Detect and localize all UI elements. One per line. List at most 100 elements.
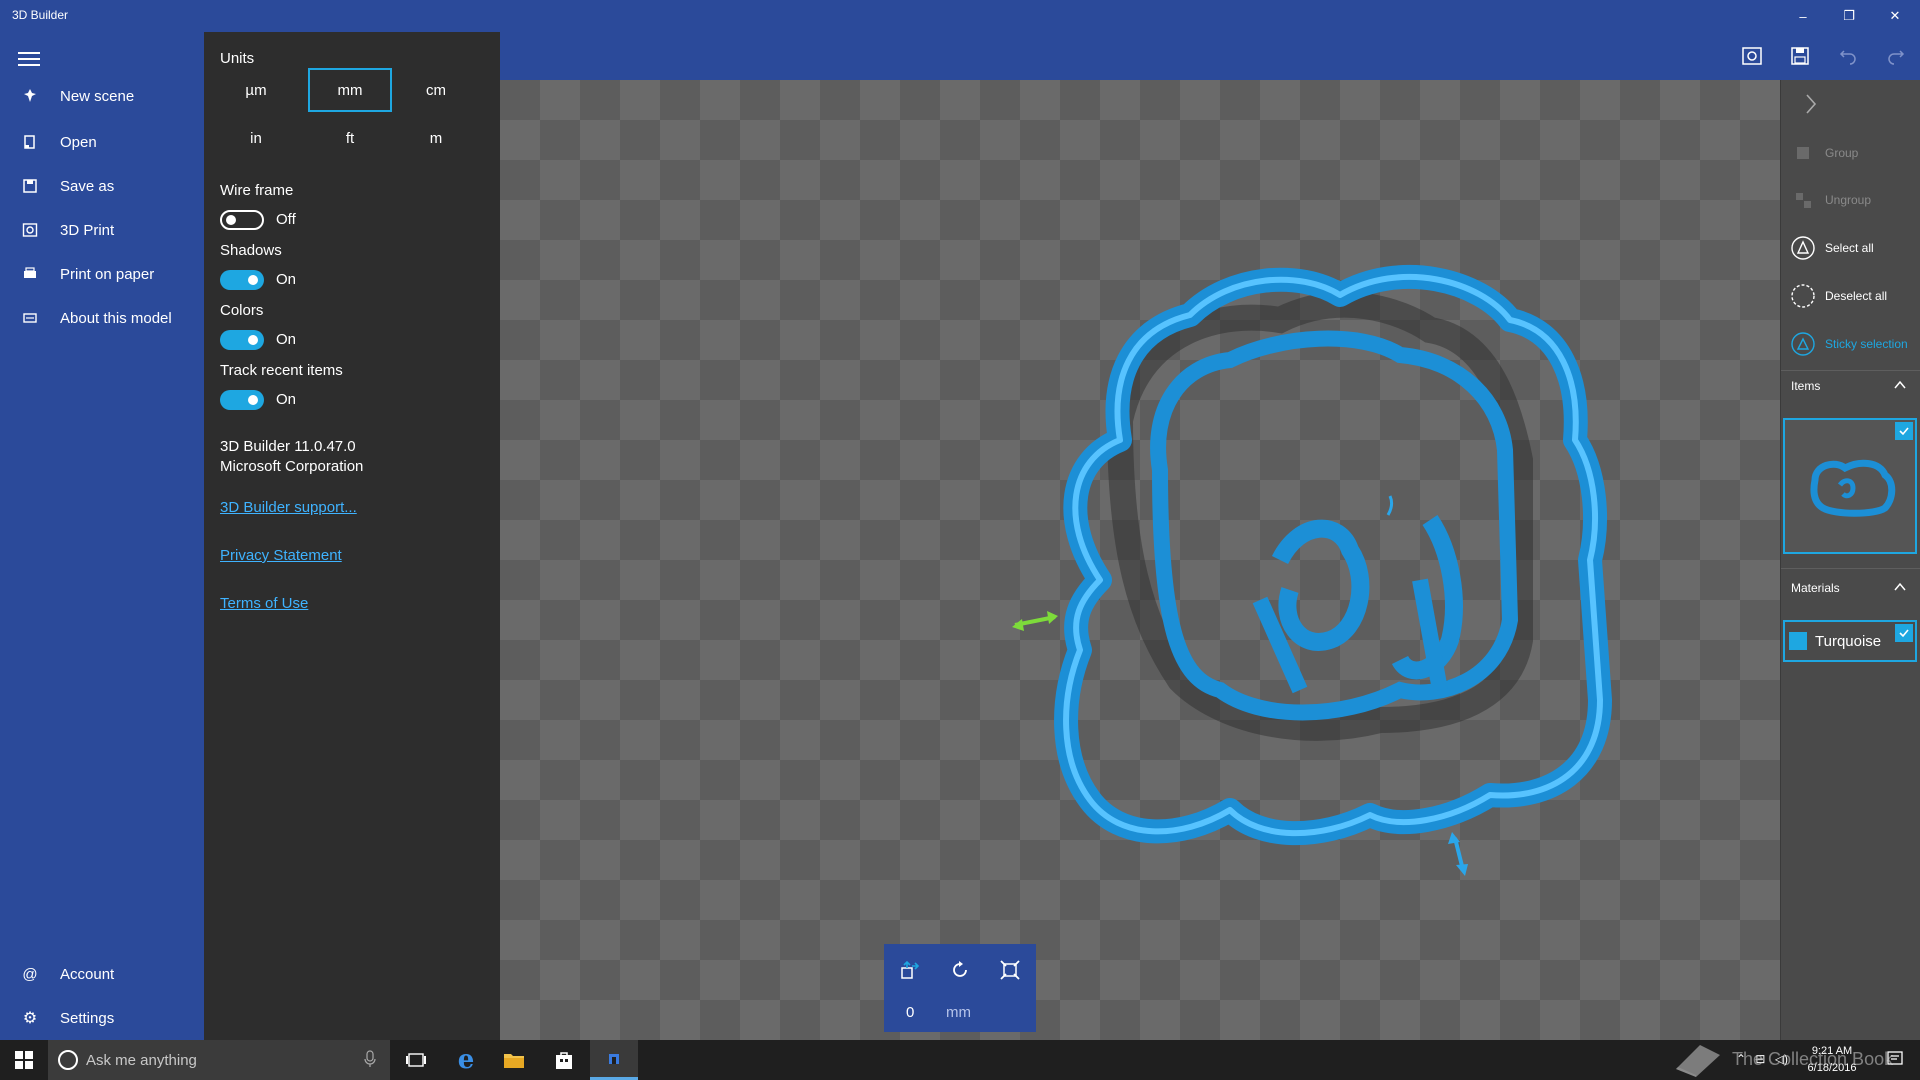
nav-open[interactable]: Open [0,124,204,160]
nav-label: About this model [60,309,172,327]
nav-about-model[interactable]: About this model [0,300,204,336]
nav-label: 3D Print [60,221,115,239]
title-bar: 3D Builder – ❐ ✕ [0,0,1920,32]
watermark: The Collection Book [1672,1038,1912,1080]
edge-browser-icon[interactable]: e [442,1040,490,1080]
open-icon [0,134,60,150]
materials-section-header[interactable]: Materials [1781,574,1920,602]
3d-print-icon [0,222,60,238]
track-recent-label: Track recent items [220,362,343,379]
save-icon[interactable] [1784,40,1816,72]
deselect-all-icon [1781,283,1825,309]
gear-icon: ⚙ [22,1010,38,1027]
colors-label: Colors [220,302,264,319]
shadows-state: On [276,271,297,288]
sticky-selection-icon [1781,331,1825,357]
rotate-tool-icon[interactable] [944,954,976,986]
settings-panel: Units µm mm cm in ft m Wire frame Off Sh… [204,32,500,1040]
ungroup-button[interactable]: Ungroup [1781,180,1920,220]
transform-tool-panel: 0 mm [884,944,1036,1032]
windows-start-icon[interactable] [0,1040,48,1080]
restore-button[interactable]: ❐ [1826,0,1872,32]
deselect-all-button[interactable]: Deselect all [1781,276,1920,316]
ungroup-label: Ungroup [1825,193,1872,207]
wireframe-state: Off [276,211,296,228]
search-placeholder: Ask me anything [86,1051,197,1069]
unit-ft-button[interactable]: ft [308,116,392,160]
chevron-up-icon [1893,580,1907,597]
rotate-handle[interactable] [1386,495,1394,516]
model-render[interactable] [500,80,1780,1040]
unit-cm-button[interactable]: cm [394,68,478,112]
wireframe-toggle[interactable] [220,210,264,230]
book-icon [1676,1045,1720,1077]
wireframe-label: Wire frame [220,182,294,199]
colors-state: On [276,331,297,348]
group-button[interactable]: Group [1781,133,1920,173]
save-as-icon [0,178,60,194]
shadows-toggle[interactable] [220,270,264,290]
unit-in-button[interactable]: in [214,116,298,160]
hamburger-menu-icon[interactable] [18,52,40,68]
nav-label: Open [60,133,97,151]
nav-print-on-paper[interactable]: Print on paper [0,256,204,292]
support-link[interactable]: 3D Builder support... [220,499,357,516]
items-section-header[interactable]: Items [1781,372,1920,400]
unit-m-button[interactable]: m [394,116,478,160]
scale-tool-icon[interactable] [994,954,1026,986]
privacy-link[interactable]: Privacy Statement [220,547,342,564]
shadows-label: Shadows [220,242,282,259]
material-turquoise[interactable]: Turquoise [1783,620,1917,662]
select-all-button[interactable]: Select all [1781,228,1920,268]
nav-account[interactable]: @ Account [0,956,204,992]
nav-label: Account [60,965,115,983]
terms-link[interactable]: Terms of Use [220,595,308,612]
nav-label: Print on paper [60,265,155,283]
file-explorer-icon[interactable] [490,1040,538,1080]
print-settings-icon[interactable] [1736,40,1768,72]
item-thumbnail[interactable] [1783,418,1917,554]
track-recent-toggle[interactable] [220,390,264,410]
move-handle-y[interactable] [1448,832,1468,876]
group-label: Group [1825,146,1859,160]
group-icon [1781,140,1825,166]
new-scene-icon [0,88,60,104]
redo-icon[interactable] [1880,40,1912,72]
3d-viewport[interactable] [500,80,1780,1040]
task-view-icon[interactable] [392,1040,440,1080]
account-icon: @ [22,965,38,983]
about-model-icon [0,310,60,326]
unit-um-button[interactable]: µm [214,68,298,112]
close-button[interactable]: ✕ [1872,0,1918,32]
microphone-icon[interactable] [364,1050,376,1072]
sticky-selection-button[interactable]: Sticky selection [1781,324,1920,364]
move-handle-x[interactable] [1012,611,1058,631]
cortana-icon [58,1050,78,1070]
nav-label: New scene [60,87,135,105]
unit-mm-button[interactable]: mm [308,68,392,112]
cortana-search-box[interactable]: Ask me anything [48,1040,390,1080]
version-text: 3D Builder 11.0.47.0 [220,438,356,455]
sticky-selection-label: Sticky selection [1825,337,1908,351]
nav-label: Save as [60,177,115,195]
nav-settings[interactable]: ⚙ Settings [0,1000,204,1036]
print-paper-icon [0,266,60,282]
store-icon[interactable] [540,1040,588,1080]
minimize-button[interactable]: – [1780,0,1826,32]
select-all-label: Select all [1825,241,1874,255]
materials-label: Materials [1791,581,1840,595]
left-navigation: New scene Open Save as 3D Print Print on… [0,32,204,1040]
collapse-panel-icon[interactable] [1803,92,1819,121]
nav-save-as[interactable]: Save as [0,168,204,204]
3d-builder-taskbar-icon[interactable] [590,1040,638,1080]
nav-new-scene[interactable]: New scene [0,78,204,114]
nav-3d-print[interactable]: 3D Print [0,212,204,248]
move-tool-icon[interactable] [894,954,926,986]
right-panel: Group Ungroup Select all Deselect all St… [1780,80,1920,1040]
transform-value-input[interactable]: 0 [906,1004,914,1021]
company-text: Microsoft Corporation [220,458,364,475]
undo-icon[interactable] [1832,40,1864,72]
select-all-icon [1781,235,1825,261]
nav-label: Settings [60,1009,115,1027]
colors-toggle[interactable] [220,330,264,350]
